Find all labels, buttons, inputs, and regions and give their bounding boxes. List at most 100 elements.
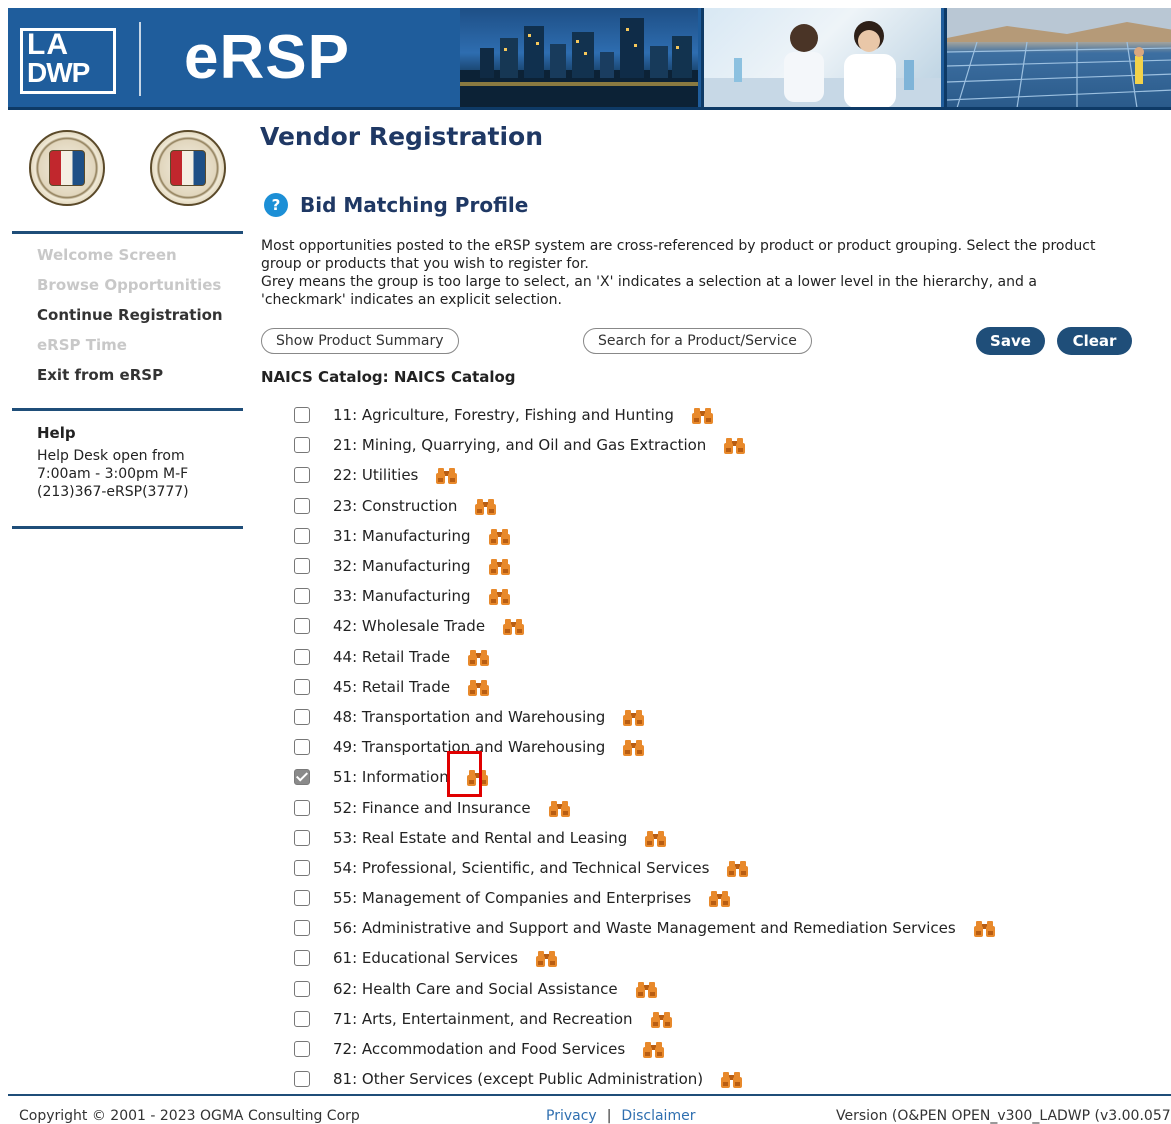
save-button[interactable]: Save: [976, 327, 1045, 355]
binoculars-icon[interactable]: [623, 708, 645, 726]
binoculars-icon[interactable]: [475, 497, 497, 515]
binoculars-icon[interactable]: [535, 949, 557, 968]
city-skyline-photo: [460, 8, 698, 108]
footer-links: Privacy | Disclaimer: [546, 1108, 695, 1124]
binoculars-icon[interactable]: [650, 1010, 672, 1028]
naics-label: 62: Health Care and Social Assistance: [333, 979, 618, 998]
binoculars-icon[interactable]: [643, 1040, 665, 1059]
footer-separator: |: [606, 1108, 612, 1124]
naics-checkbox[interactable]: [294, 980, 310, 997]
naics-label: 72: Accommodation and Food Services: [333, 1040, 626, 1059]
intro-text: Most opportunities posted to the eRSP sy…: [261, 237, 1111, 309]
nav-welcome-screen: Welcome Screen: [37, 246, 177, 264]
naics-label: 45: Retail Trade: [333, 677, 451, 696]
binoculars-icon[interactable]: [645, 829, 667, 847]
naics-checkbox[interactable]: [294, 1041, 310, 1058]
naics-label: 51: Information: [333, 768, 449, 787]
catalog-label: NAICS Catalog: NAICS Catalog: [261, 368, 516, 386]
section-title: Bid Matching Profile: [300, 193, 529, 217]
help-question-icon[interactable]: ?: [264, 193, 288, 217]
naics-label: 44: Retail Trade: [333, 647, 451, 666]
naics-row: 61: Educational Services: [294, 943, 995, 973]
help-hours-line: Help Desk open from: [37, 448, 185, 464]
naics-label: 32: Manufacturing: [333, 557, 471, 576]
naics-row: 45: Retail Trade: [294, 672, 995, 702]
section-header: ? Bid Matching Profile: [264, 193, 528, 217]
naics-checkbox[interactable]: [294, 708, 310, 725]
naics-checkbox[interactable]: [294, 527, 310, 544]
show-product-summary-button[interactable]: Show Product Summary: [261, 328, 459, 354]
naics-checkbox[interactable]: [294, 890, 310, 907]
binoculars-icon[interactable]: [724, 436, 746, 455]
naics-row: 31: Manufacturing: [294, 521, 995, 551]
naics-checkbox[interactable]: [294, 407, 310, 424]
nav-exit-from-ersp[interactable]: Exit from eRSP: [37, 364, 223, 394]
binoculars-icon[interactable]: [973, 919, 995, 938]
binoculars-icon[interactable]: [488, 557, 510, 576]
naics-checkbox[interactable]: [294, 859, 310, 876]
naics-checkbox[interactable]: [294, 648, 310, 665]
ladwp-logo[interactable]: LA DWP: [20, 28, 116, 94]
naics-label: 61: Educational Services: [333, 949, 518, 968]
nav-continue-registration[interactable]: Continue Registration: [37, 304, 223, 334]
solar-farm-photo: [944, 8, 1171, 108]
binoculars-icon[interactable]: [446, 751, 488, 798]
naics-row: 11: Agriculture, Forestry, Fishing and H…: [294, 400, 995, 430]
naics-checkbox[interactable]: [294, 437, 310, 454]
search-product-service-button[interactable]: Search for a Product/Service: [583, 328, 812, 354]
naics-label: 81: Other Services (except Public Admini…: [333, 1070, 704, 1089]
privacy-link[interactable]: Privacy: [546, 1108, 597, 1124]
binoculars-icon[interactable]: [623, 738, 645, 757]
banner-bottom-rule: [8, 107, 1171, 110]
naics-row: 55: Management of Companies and Enterpri…: [294, 883, 995, 913]
page-title: Vendor Registration: [260, 122, 544, 151]
naics-checkbox[interactable]: [294, 799, 310, 816]
header-banner: LA DWP eRSP: [8, 8, 1171, 110]
app-title: eRSP: [184, 23, 350, 92]
naics-checkbox[interactable]: [294, 1071, 310, 1088]
naics-row: 71: Arts, Entertainment, and Recreation: [294, 1004, 995, 1034]
intro-paragraph-1: Most opportunities posted to the eRSP sy…: [261, 238, 1096, 272]
banner-divider: [139, 22, 141, 96]
naics-row: 72: Accommodation and Food Services: [294, 1034, 995, 1064]
clear-button[interactable]: Clear: [1057, 327, 1132, 355]
binoculars-icon[interactable]: [488, 527, 510, 545]
binoculars-icon[interactable]: [488, 587, 510, 606]
naics-checkbox[interactable]: [294, 497, 310, 514]
binoculars-icon[interactable]: [635, 980, 657, 998]
naics-row: 81: Other Services (except Public Admini…: [294, 1064, 995, 1094]
naics-checkbox[interactable]: [294, 558, 310, 575]
naics-checkbox[interactable]: [294, 739, 310, 756]
sidebar-middle-rule: [12, 408, 243, 411]
naics-checkbox[interactable]: [294, 769, 310, 786]
naics-row: 21: Mining, Quarrying, and Oil and Gas E…: [294, 430, 995, 460]
binoculars-icon[interactable]: [727, 859, 749, 877]
naics-row: 51: Information: [294, 751, 995, 798]
binoculars-icon[interactable]: [503, 617, 525, 636]
logo-line-2: DWP: [27, 57, 90, 88]
naics-checkbox[interactable]: [294, 618, 310, 635]
binoculars-icon[interactable]: [691, 406, 713, 425]
binoculars-icon[interactable]: [721, 1070, 743, 1089]
naics-checkbox[interactable]: [294, 950, 310, 967]
naics-checkbox[interactable]: [294, 1010, 310, 1027]
naics-checkbox[interactable]: [294, 467, 310, 484]
naics-label: 21: Mining, Quarrying, and Oil and Gas E…: [333, 436, 707, 455]
binoculars-icon[interactable]: [436, 466, 458, 485]
intro-paragraph-2: Grey means the group is too large to sel…: [261, 274, 1037, 308]
binoculars-icon[interactable]: [468, 648, 490, 666]
naics-row: 48: Transportation and Warehousing: [294, 702, 995, 732]
binoculars-icon[interactable]: [709, 889, 731, 908]
binoculars-icon[interactable]: [468, 678, 490, 696]
disclaimer-link[interactable]: Disclaimer: [621, 1108, 695, 1124]
naics-row: 54: Professional, Scientific, and Techni…: [294, 853, 995, 883]
naics-label: 11: Agriculture, Forestry, Fishing and H…: [333, 406, 674, 425]
naics-checkbox[interactable]: [294, 829, 310, 846]
naics-category-list: 11: Agriculture, Forestry, Fishing and H…: [294, 400, 995, 1094]
help-panel: Help Help Desk open from 7:00am - 3:00pm…: [37, 424, 189, 501]
naics-checkbox[interactable]: [294, 678, 310, 695]
naics-checkbox[interactable]: [294, 588, 310, 605]
naics-label: 56: Administrative and Support and Waste…: [333, 919, 956, 938]
binoculars-icon[interactable]: [548, 799, 570, 817]
naics-checkbox[interactable]: [294, 920, 310, 937]
